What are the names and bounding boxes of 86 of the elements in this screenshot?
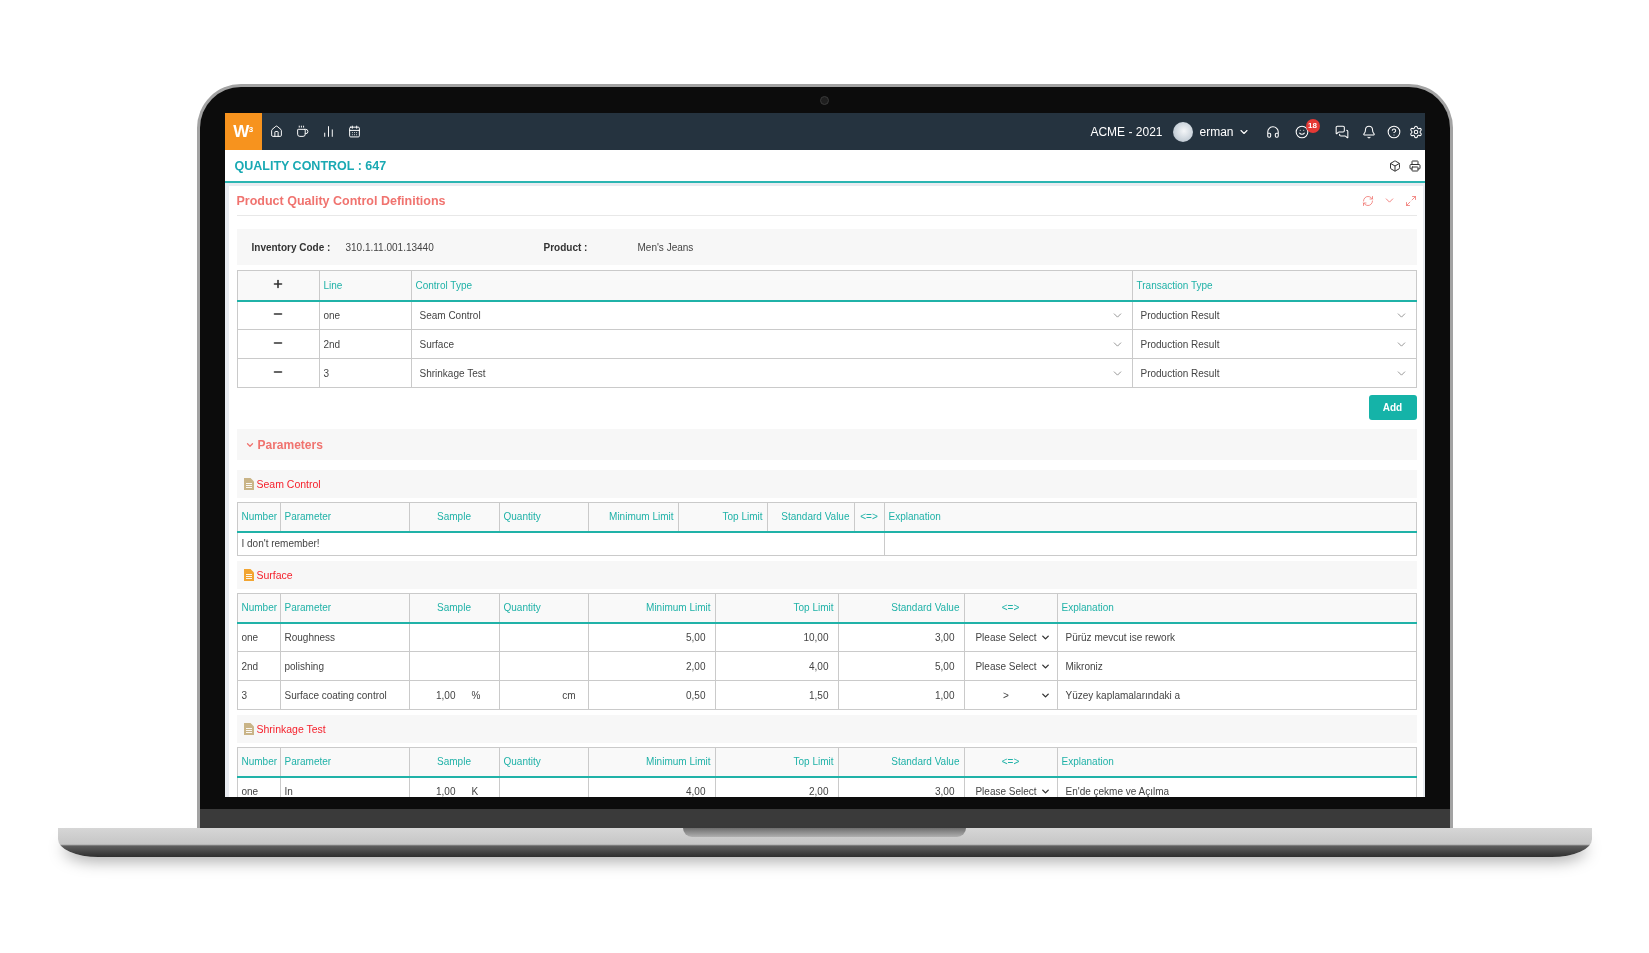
cube-icon[interactable]: [1388, 159, 1401, 172]
column-header: Line: [319, 270, 411, 301]
table-cell: 3: [319, 358, 411, 388]
table-cell: polishing: [280, 651, 409, 681]
bell-icon[interactable]: [1361, 124, 1376, 139]
webcam-icon: [820, 96, 829, 105]
table-cell: Yüzey kaplamalarındaki a: [1057, 680, 1416, 710]
field-value: Men's Jeans: [637, 241, 694, 253]
bar-chart-icon[interactable]: [321, 125, 335, 138]
table-cell: 2,00: [588, 651, 715, 681]
settings-icon[interactable]: [1408, 124, 1423, 139]
column-header: Standard Value: [838, 747, 964, 777]
table-cell: 10,00: [715, 622, 838, 652]
table-cell: one: [237, 622, 280, 652]
chat-icon[interactable]: [1334, 124, 1349, 139]
column-header: Sample: [409, 747, 499, 777]
smiley-icon[interactable]: [1294, 124, 1309, 139]
table-cell: 5,00: [838, 651, 964, 681]
table-cell: cm: [499, 680, 588, 710]
column-header: Sample: [409, 593, 499, 623]
column-header: <=>: [964, 593, 1057, 623]
table-cell-text: 1,00: [435, 785, 456, 797]
table-cell: 0,50: [588, 680, 715, 710]
home-icon[interactable]: [269, 125, 283, 138]
table-cell: one: [237, 776, 280, 797]
column-header: Top Limit: [715, 747, 838, 777]
column-header: Parameter: [280, 593, 409, 623]
table-cell: 1,00: [838, 680, 964, 710]
cup-icon[interactable]: [295, 125, 309, 138]
column-header: Parameter: [280, 747, 409, 777]
app-logo: W$^{3}$: [224, 113, 262, 150]
column-header: Parameter: [280, 502, 409, 532]
column-header: Transaction Type: [1132, 270, 1416, 301]
column-header: Minimum Limit: [588, 593, 715, 623]
column-header: Minimum Limit: [588, 747, 715, 777]
table-cell: Surface coating control: [280, 680, 409, 710]
table-cell: 1,50: [715, 680, 838, 710]
print-icon[interactable]: [1408, 159, 1421, 172]
table-cell: one: [319, 300, 411, 330]
column-header: Quantity: [499, 593, 588, 623]
headset-icon[interactable]: [1265, 124, 1280, 139]
field-value: 310.1.11.001.13440: [345, 241, 434, 253]
column-header: Minimum Limit: [588, 502, 678, 532]
group-title: Seam Control: [256, 478, 321, 490]
notification-badge: 18: [1305, 118, 1320, 133]
table-cell: Mikroniz: [1057, 651, 1416, 681]
column-header: Quantity: [499, 502, 588, 532]
unit-label: K: [470, 785, 480, 797]
plus-icon[interactable]: [272, 278, 284, 291]
page-title: QUALITY CONTROL : 647: [234, 158, 387, 173]
column-header: Control Type: [411, 270, 1132, 301]
column-header: <=>: [854, 502, 884, 532]
table-cell: I don't remember!: [237, 531, 884, 556]
column-header: Quantity: [499, 747, 588, 777]
column-header: Sample: [409, 502, 499, 532]
company-label: ACME - 2021: [1090, 124, 1163, 139]
column-header: <=>: [964, 747, 1057, 777]
column-header: Number: [237, 502, 280, 532]
help-icon[interactable]: [1386, 124, 1401, 139]
unit-label: %: [470, 689, 482, 701]
column-header: Number: [237, 593, 280, 623]
panel-title: Product Quality Control Definitions: [236, 193, 446, 208]
table-cell: 2nd: [237, 651, 280, 681]
group-title: Surface: [256, 569, 293, 581]
field-label: Product :: [543, 241, 589, 253]
column-header: Top Limit: [678, 502, 767, 532]
table-cell: 3: [237, 680, 280, 710]
column-header: Explanation: [1057, 593, 1416, 623]
column-header: Standard Value: [767, 502, 854, 532]
table-cell: 3,00: [838, 622, 964, 652]
table-cell: Roughness: [280, 622, 409, 652]
calendar-icon[interactable]: [347, 125, 361, 138]
table-cell-text: 1,00: [435, 689, 456, 701]
column-header: Top Limit: [715, 593, 838, 623]
column-header: Number: [237, 747, 280, 777]
group-title: Shrinkage Test: [256, 723, 326, 735]
field-label: Inventory Code :: [251, 241, 332, 253]
column-header: Explanation: [1057, 747, 1416, 777]
column-header: Explanation: [884, 502, 1416, 532]
table-cell: 5,00: [588, 622, 715, 652]
column-header: Standard Value: [838, 593, 964, 623]
table-cell: 2nd: [319, 329, 411, 359]
table-cell: Pürüz mevcut ise rework: [1057, 622, 1416, 652]
table-cell: 4,00: [715, 651, 838, 681]
user-menu[interactable]: erman: [1199, 124, 1250, 139]
avatar: [1173, 121, 1194, 142]
